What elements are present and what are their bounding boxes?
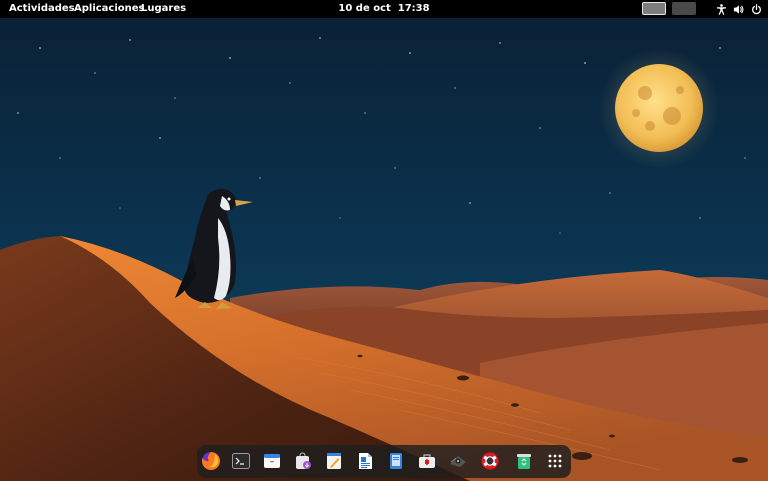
clock-date: 10 de oct [338,3,391,14]
date-time-button[interactable]: 10 de oct 17:38 [338,3,429,14]
accessibility-icon[interactable] [714,0,728,18]
desktop-wallpaper [0,18,768,481]
workspace-2[interactable] [672,2,696,15]
activities-button[interactable]: Actividades [9,0,75,18]
writer-document-icon[interactable] [354,450,376,472]
power-icon[interactable] [749,0,763,18]
top-bar: Actividades Aplicaciones Lugares 10 de o… [0,0,768,18]
places-menu[interactable]: Lugares [141,0,186,18]
firefox-icon[interactable] [200,450,222,472]
trash-icon[interactable] [513,450,535,472]
files-icon[interactable] [261,450,283,472]
show-apps-icon[interactable] [544,450,566,472]
text-editor-icon[interactable] [323,450,345,472]
applications-menu[interactable]: Aplicaciones [74,0,145,18]
software-icon[interactable] [292,450,314,472]
toolbox-icon[interactable] [416,450,438,472]
terminal-icon[interactable] [230,450,252,472]
dock [197,445,571,478]
volume-icon[interactable] [731,0,745,18]
screenshot-icon[interactable] [447,450,469,472]
document-viewer-icon[interactable] [385,450,407,472]
help-icon[interactable] [479,450,501,472]
clock-time: 17:38 [397,3,430,14]
workspace-1[interactable] [642,2,666,15]
